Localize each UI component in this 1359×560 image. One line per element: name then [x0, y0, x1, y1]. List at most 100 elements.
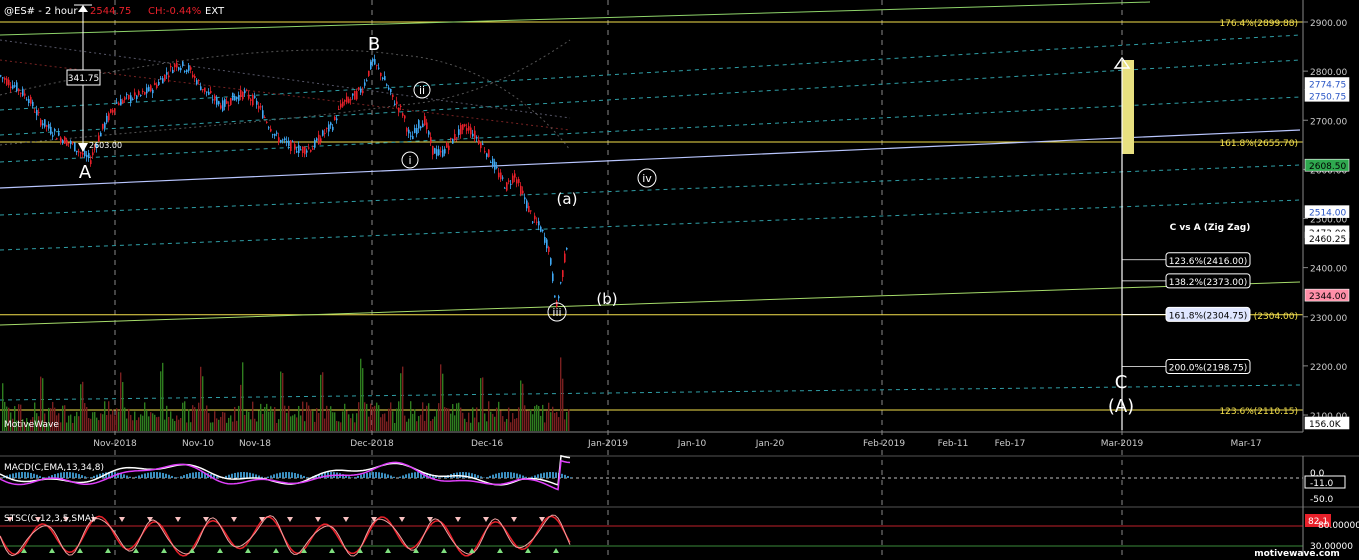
macd-hist-bar	[273, 474, 275, 478]
candle-body	[240, 90, 242, 97]
candle-body	[6, 78, 8, 85]
candle-body	[218, 101, 220, 105]
volume-bar	[360, 358, 362, 431]
candle-body	[8, 79, 10, 86]
candle-body	[230, 97, 232, 105]
candle-body	[394, 103, 396, 106]
candle-body	[186, 69, 188, 73]
candle-body	[182, 61, 184, 66]
cva-level-text: 161.8%(2304.75)	[1169, 311, 1248, 321]
volume-bar	[472, 407, 474, 431]
macd-hist-bar	[144, 473, 146, 478]
candle-body	[476, 137, 478, 139]
volume-bar	[110, 414, 112, 431]
volume-bar	[548, 402, 550, 431]
wave-iii: iii	[552, 306, 561, 319]
candle-body	[442, 149, 444, 157]
candle-body	[538, 221, 540, 226]
candle-body	[142, 90, 144, 92]
volume-bar	[72, 422, 74, 431]
candle-body	[184, 70, 186, 72]
volume-bar	[224, 412, 226, 431]
candle-body	[274, 133, 276, 136]
candle-body	[242, 91, 244, 100]
macd-hist-bar	[18, 472, 20, 478]
volume-bar	[506, 418, 508, 431]
candle-body	[376, 64, 378, 66]
volume-bar	[184, 401, 186, 431]
volume-bar	[414, 409, 416, 431]
volume-bar	[422, 402, 424, 431]
price-chart[interactable]: 176.4%(2899.88) 161.8%(2655.70) (2304.00) 1…	[0, 0, 1359, 560]
volume-bar	[344, 403, 346, 431]
price-label-text: 156.0K	[1309, 420, 1342, 430]
candle-body	[552, 273, 554, 282]
candle-body	[278, 137, 280, 143]
volume-bar	[206, 405, 208, 431]
volume-bar	[342, 411, 344, 431]
candle-body	[382, 77, 384, 80]
volume-bar	[140, 414, 142, 431]
price-tick-label: 2900.00	[1310, 19, 1347, 29]
volume-bar	[166, 405, 168, 431]
volume-bar	[542, 404, 544, 431]
candle-body	[406, 128, 408, 132]
volume-bar	[424, 420, 426, 431]
candle-body	[358, 87, 360, 90]
macd-hist-bar	[60, 472, 62, 478]
candle-body	[44, 119, 46, 127]
candle-body	[208, 91, 210, 95]
price-tick-label: 2800.00	[1310, 68, 1347, 78]
volume-bar	[302, 401, 304, 431]
candle-body	[162, 78, 164, 84]
volume-bar	[170, 411, 172, 431]
volume-bar	[304, 421, 306, 431]
macd-hist-bar	[276, 473, 278, 478]
macd-hist-bar	[540, 473, 542, 478]
volume-bar	[566, 411, 568, 431]
change-label: CH:-0.44%	[148, 6, 201, 17]
macd-hist-bar	[510, 472, 512, 478]
candle-body	[92, 152, 94, 156]
volume-bar	[238, 405, 240, 431]
candle-body	[214, 95, 216, 101]
candle-body	[486, 153, 488, 157]
volume-bar	[314, 421, 316, 431]
volume-bar	[396, 408, 398, 431]
volume-bar	[428, 403, 430, 431]
macd-hist-bar	[567, 475, 569, 478]
macd-hist-bar	[390, 475, 392, 478]
volume-bar	[160, 371, 162, 431]
macd-hist-bar	[135, 476, 137, 478]
volume-bar	[274, 406, 276, 431]
volume-bar	[124, 407, 126, 431]
cva-level-text: 200.0%(2198.75)	[1169, 363, 1248, 373]
volume-bar	[374, 405, 376, 431]
candle-body	[450, 137, 452, 140]
macd-hist-bar	[522, 475, 524, 478]
volume-bar	[100, 413, 102, 431]
volume-bar	[200, 366, 202, 431]
candle-body	[520, 185, 522, 195]
macd-hist-bar	[546, 472, 548, 478]
volume-bar	[126, 418, 128, 431]
volume-bar	[364, 402, 366, 431]
volume-bar	[300, 415, 302, 431]
candle-body	[46, 125, 48, 127]
macd-hist-bar	[165, 473, 167, 478]
volume-bar	[494, 416, 496, 431]
candle-body	[322, 130, 324, 136]
wave-ii: ii	[419, 84, 425, 97]
macd-hist-bar	[555, 472, 557, 478]
time-tick-label: Mar-2019	[1101, 439, 1144, 449]
volume-bar	[510, 422, 512, 431]
candle-body	[536, 221, 538, 223]
volume-bar	[416, 421, 418, 431]
price-label-text: 2750.75	[1309, 92, 1346, 102]
macd-hist-bar	[267, 476, 269, 478]
volume-bar	[120, 372, 122, 431]
candle-body	[198, 79, 200, 81]
macd-hist-bar	[180, 476, 182, 478]
macd-hist-bar	[297, 473, 299, 478]
volume-bar	[524, 405, 526, 431]
